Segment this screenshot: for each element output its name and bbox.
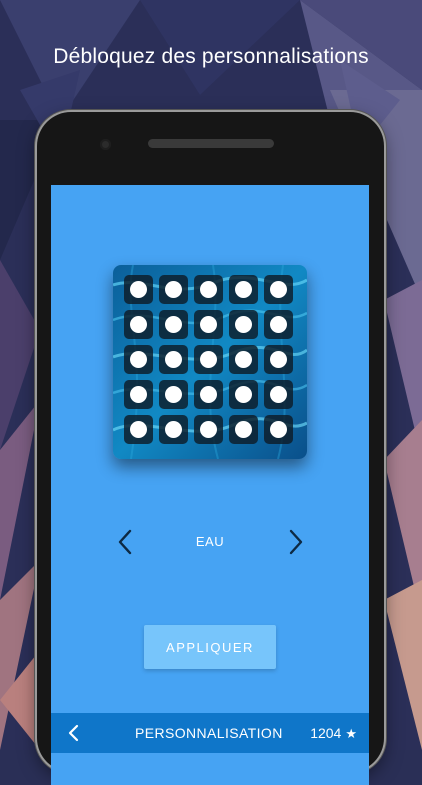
light-dot bbox=[200, 316, 217, 333]
theme-preview-board bbox=[113, 265, 307, 459]
light-dot bbox=[165, 281, 182, 298]
next-theme-button[interactable] bbox=[284, 528, 306, 556]
board-cell bbox=[229, 310, 258, 339]
phone-frame: EAU APPLIQUER PERSONNALISATION 1204 ★ bbox=[37, 112, 384, 785]
light-dot bbox=[235, 421, 252, 438]
light-dot bbox=[130, 351, 147, 368]
board-cell bbox=[124, 345, 153, 374]
light-dot bbox=[165, 351, 182, 368]
board-cell bbox=[194, 415, 223, 444]
light-dot bbox=[165, 421, 182, 438]
apply-button[interactable]: APPLIQUER bbox=[144, 625, 276, 669]
chevron-left-icon bbox=[68, 724, 79, 742]
board-cell bbox=[159, 310, 188, 339]
light-dot bbox=[270, 316, 287, 333]
app-screen: EAU APPLIQUER PERSONNALISATION 1204 ★ bbox=[51, 185, 369, 785]
board-cell bbox=[124, 380, 153, 409]
light-dot bbox=[200, 386, 217, 403]
board-cell bbox=[124, 415, 153, 444]
board-cell bbox=[159, 275, 188, 304]
light-dot bbox=[235, 281, 252, 298]
board-cell bbox=[194, 345, 223, 374]
board-cell bbox=[264, 275, 293, 304]
board-cell bbox=[159, 380, 188, 409]
theme-name-label: EAU bbox=[195, 534, 225, 549]
score-value: 1204 bbox=[310, 725, 342, 741]
light-dot bbox=[130, 316, 147, 333]
board-cell bbox=[264, 345, 293, 374]
light-dot bbox=[130, 386, 147, 403]
board-cell bbox=[159, 415, 188, 444]
board-cell bbox=[229, 415, 258, 444]
chevron-left-icon bbox=[118, 529, 132, 555]
light-dot bbox=[270, 421, 287, 438]
camera-icon bbox=[100, 139, 111, 150]
light-dot bbox=[200, 421, 217, 438]
light-dot bbox=[235, 316, 252, 333]
score-display: 1204 ★ bbox=[310, 725, 357, 741]
light-dot bbox=[130, 421, 147, 438]
light-dot bbox=[130, 281, 147, 298]
board-cell bbox=[159, 345, 188, 374]
board-cell bbox=[229, 380, 258, 409]
light-dot bbox=[235, 386, 252, 403]
board-cell bbox=[264, 415, 293, 444]
light-dot bbox=[270, 281, 287, 298]
headline: Débloquez des personnalisations bbox=[53, 45, 369, 68]
bottom-bar: PERSONNALISATION 1204 ★ bbox=[51, 713, 369, 753]
board-cell bbox=[194, 275, 223, 304]
board-cell bbox=[194, 310, 223, 339]
light-dot bbox=[200, 281, 217, 298]
board-cell bbox=[229, 275, 258, 304]
light-dot bbox=[270, 351, 287, 368]
board-cell bbox=[124, 275, 153, 304]
speaker-grille bbox=[148, 139, 274, 148]
board-grid bbox=[124, 275, 293, 444]
board-cell bbox=[194, 380, 223, 409]
light-dot bbox=[270, 386, 287, 403]
light-dot bbox=[165, 386, 182, 403]
previous-theme-button[interactable] bbox=[115, 528, 137, 556]
board-cell bbox=[264, 380, 293, 409]
back-button[interactable] bbox=[67, 723, 81, 743]
star-icon: ★ bbox=[345, 725, 357, 741]
chevron-right-icon bbox=[289, 529, 303, 555]
bottom-bar-title: PERSONNALISATION bbox=[135, 725, 283, 741]
board-cell bbox=[124, 310, 153, 339]
light-dot bbox=[235, 351, 252, 368]
board-cell bbox=[264, 310, 293, 339]
light-dot bbox=[200, 351, 217, 368]
light-dot bbox=[165, 316, 182, 333]
board-cell bbox=[229, 345, 258, 374]
